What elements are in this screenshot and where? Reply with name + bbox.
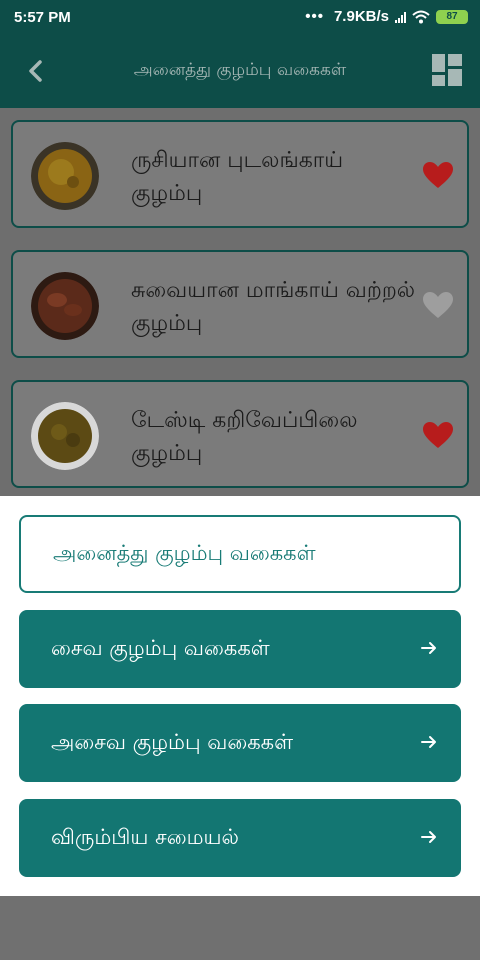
option-label: அனைத்து குழம்பு வகைகள் (53, 540, 316, 565)
arrow-right-icon (421, 736, 436, 748)
recipe-card[interactable]: சுவையான மாங்காய் வற்றல் குழம்பு (11, 250, 469, 358)
chevron-left-icon[interactable] (22, 56, 50, 86)
recipe-card[interactable]: டேஸ்டி கறிவேப்பிலை குழம்பு (11, 380, 469, 488)
recipe-name: ருசியான புடலங்காய் குழம்பு (131, 148, 344, 206)
recipe-card[interactable]: ருசியான புடலங்காய் குழம்பு (11, 120, 469, 228)
heart-icon[interactable] (423, 292, 453, 319)
recipe-name: சுவையான மாங்காய் வற்றல் குழம்பு (131, 278, 416, 336)
arrow-right-icon (421, 642, 436, 654)
navigation-bar-area (0, 896, 480, 960)
recipe-name: டேஸ்டி கறிவேப்பிலை குழம்பு (131, 408, 358, 466)
network-speed: 7.9KB/s (333, 8, 389, 25)
status-time: 5:57 PM (14, 9, 71, 26)
option-label: சைவ குழம்பு வகைகள் (51, 635, 270, 660)
option-veg-kuzhambu[interactable]: சைவ குழம்பு வகைகள் (19, 610, 461, 688)
page-title: அனைத்து குழம்பு வகைகள் (133, 60, 347, 80)
arrow-right-icon (421, 831, 436, 843)
option-all-kuzhambu[interactable]: அனைத்து குழம்பு வகைகள் (19, 515, 461, 593)
heart-icon[interactable] (423, 162, 453, 189)
app-bar: அனைத்து குழம்பு வகைகள் (0, 34, 480, 108)
grid-layout-icon[interactable] (432, 54, 462, 86)
more-notifications-icon: ••• (305, 8, 324, 25)
wifi-icon (412, 10, 430, 23)
category-bottom-sheet: அனைத்து குழம்பு வகைகள் சைவ குழம்பு வகைகள… (0, 496, 480, 896)
recipe-thumbnail (31, 142, 99, 210)
option-label: அசைவ குழம்பு வகைகள் (51, 729, 294, 754)
recipe-thumbnail (31, 402, 99, 470)
status-bar: 5:57 PM ••• 7.9KB/s 87 (0, 0, 480, 34)
battery-icon: 87 (436, 9, 468, 24)
signal-icon (395, 11, 406, 23)
option-favorites[interactable]: விரும்பிய சமையல் (19, 799, 461, 877)
recipe-list: ருசியான புடலங்காய் குழம்பு சுவையான மாங்க… (0, 108, 480, 496)
option-label: விரும்பிய சமையல் (51, 824, 239, 849)
heart-icon[interactable] (423, 422, 453, 449)
recipe-thumbnail (31, 272, 99, 340)
option-nonveg-kuzhambu[interactable]: அசைவ குழம்பு வகைகள் (19, 704, 461, 782)
